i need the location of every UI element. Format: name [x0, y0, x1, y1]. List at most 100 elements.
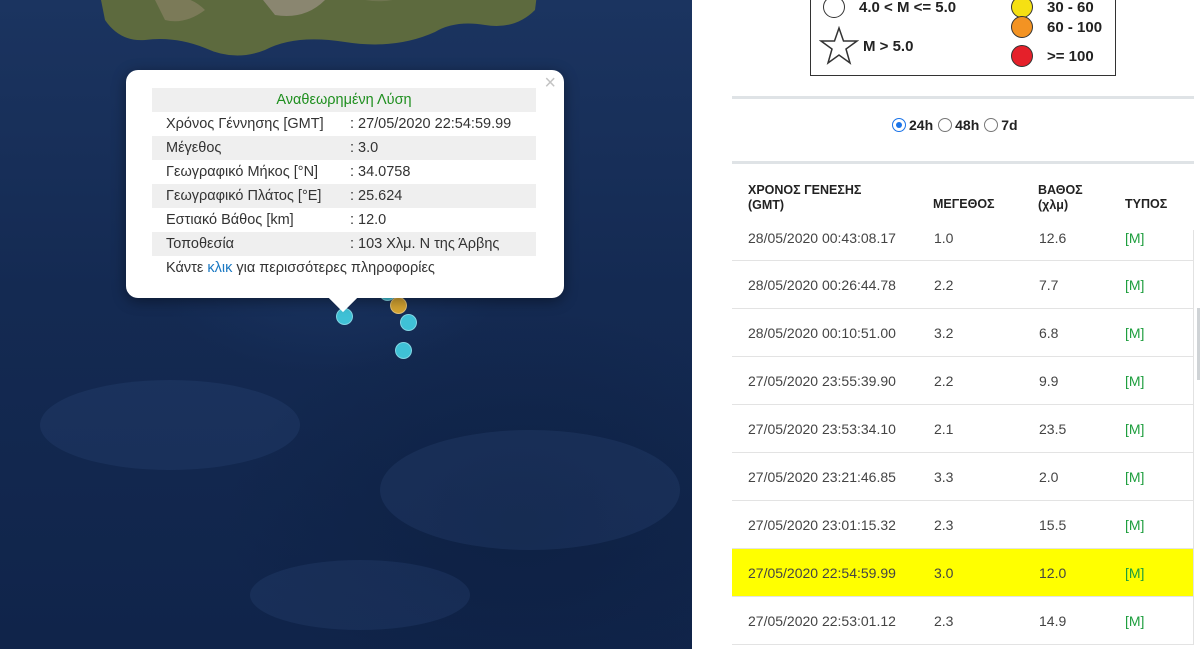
cell-type: [M] [1125, 613, 1145, 629]
popup-value: : 103 Χλμ. Ν της Άρβης [349, 232, 536, 256]
seafloor-ridge [40, 380, 300, 470]
more-info-suffix: για περισσότερες πληροφορίες [232, 260, 435, 276]
popup-value: : 25.624 [349, 184, 536, 208]
popup-label: Χρόνος Γέννησης [GMT] [166, 116, 324, 132]
cell-magnitude: 3.2 [934, 325, 954, 341]
table-row[interactable]: 27/05/2020 23:53:34.10 2.1 23.5 [M] [732, 405, 1193, 453]
circle-icon [823, 0, 845, 18]
radio-label: 48h [955, 117, 980, 133]
map-view[interactable]: × Αναθεωρημένη Λύση Χρόνος Γέννησης [GMT… [0, 0, 692, 649]
legend-magnitude-item: 4.0 < M <= 5.0 [823, 0, 956, 18]
popup-label: Εστιακό Βάθος [km] [166, 212, 294, 228]
header-depth-line2: (χλμ) [1038, 198, 1069, 212]
cell-time: 27/05/2020 22:54:59.99 [748, 565, 896, 581]
popup-value: : 27/05/2020 22:54:59.99 [349, 116, 512, 132]
cell-type: [M] [1125, 421, 1145, 437]
cell-time: 28/05/2020 00:26:44.78 [748, 277, 896, 293]
cell-magnitude: 2.3 [934, 517, 954, 533]
popup-more-info: Κάντε κλικ για περισσότερες πληροφορίες [152, 256, 536, 280]
header-time-line1: ΧΡΟΝΟΣ ΓΕΝΕΣΗΣ [748, 183, 862, 197]
legend-label: 4.0 < M <= 5.0 [859, 0, 957, 16]
cell-type: [M] [1125, 230, 1145, 246]
divider [732, 161, 1194, 164]
cell-magnitude: 2.1 [934, 421, 954, 437]
earthquake-marker[interactable] [390, 297, 407, 314]
cell-time: 27/05/2020 23:21:46.85 [748, 469, 896, 485]
table-row[interactable]: 28/05/2020 00:10:51.00 3.2 6.8 [M] [732, 309, 1193, 357]
cell-time: 27/05/2020 23:01:15.32 [748, 517, 896, 533]
radio-24h[interactable] [892, 118, 906, 132]
cell-type: [M] [1125, 469, 1145, 485]
popup-label: Τοποθεσία [152, 232, 350, 256]
event-popup: × Αναθεωρημένη Λύση Χρόνος Γέννησης [GMT… [126, 70, 564, 313]
table-row[interactable]: 27/05/2020 23:21:46.85 3.3 2.0 [M] [732, 453, 1193, 501]
header-depth-line1: ΒΑΘΟΣ [1038, 183, 1083, 197]
cell-depth: 6.8 [1039, 325, 1059, 341]
earthquake-marker[interactable] [395, 342, 412, 359]
cell-depth: 12.0 [1039, 565, 1067, 581]
events-table-body: 28/05/2020 00:43:08.17 1.0 12.6 [M] 28/0… [732, 230, 1194, 645]
cell-magnitude: 2.2 [934, 373, 954, 389]
legend-label: 30 - 60 [1047, 0, 1094, 16]
cell-type: [M] [1125, 277, 1145, 293]
table-row-selected[interactable]: 27/05/2020 22:54:59.99 3.0 12.0 [M] [732, 549, 1193, 597]
cell-magnitude: 2.3 [934, 613, 954, 629]
seafloor-ridge [250, 560, 470, 630]
table-row[interactable]: 28/05/2020 00:26:44.78 2.2 7.7 [M] [732, 261, 1193, 309]
popup-value: : 34.0758 [349, 164, 411, 180]
cell-depth: 14.9 [1039, 613, 1067, 629]
cell-depth: 15.5 [1039, 517, 1067, 533]
radio-label: 24h [909, 117, 934, 133]
orange-circle-icon [1011, 16, 1033, 38]
events-panel: 4.0 < M <= 5.0 M > 5.0 30 - 60 60 - 100 … [692, 0, 1200, 649]
popup-value: : 3.0 [349, 136, 536, 160]
legend-magnitude-item: M > 5.0 [819, 26, 913, 66]
more-info-link[interactable]: κλικ [207, 260, 232, 276]
radio-48h[interactable] [938, 118, 953, 132]
map-legend: 4.0 < M <= 5.0 M > 5.0 30 - 60 60 - 100 … [810, 0, 1116, 76]
island-land [101, 0, 537, 56]
popup-pointer [328, 283, 358, 313]
cell-depth: 7.7 [1039, 277, 1059, 293]
cell-type: [M] [1125, 517, 1145, 533]
legend-label: >= 100 [1047, 47, 1094, 65]
radio-label: 7d [1001, 117, 1018, 133]
popup-heading: Αναθεωρημένη Λύση [152, 88, 536, 112]
popup-details-table: Αναθεωρημένη Λύση Χρόνος Γέννησης [GMT]:… [152, 88, 536, 280]
more-info-prefix: Κάντε [166, 260, 208, 276]
seafloor-ridge [380, 430, 680, 550]
header-magnitude[interactable]: ΜΕΓΕΘΟΣ [933, 197, 995, 212]
cell-time: 28/05/2020 00:10:51.00 [748, 325, 896, 341]
popup-label: Μέγεθος [152, 136, 350, 160]
header-time[interactable]: ΧΡΟΝΟΣ ΓΕΝΕΣΗΣ (GMT) [748, 183, 861, 213]
header-type[interactable]: ΤΥΠΟΣ [1125, 197, 1167, 212]
popup-label: Γεωγραφικό Μήκος [°N] [166, 164, 319, 180]
table-header: ΧΡΟΝΟΣ ΓΕΝΕΣΗΣ (GMT) ΜΕΓΕΘΟΣ ΒΑΘΟΣ (χλμ)… [732, 168, 1194, 230]
legend-depth-item: >= 100 [1011, 45, 1094, 67]
cell-type: [M] [1125, 325, 1145, 341]
time-range-filter: 24h 48h 7d [892, 117, 1023, 133]
star-icon [819, 26, 859, 65]
cell-magnitude: 1.0 [934, 230, 954, 246]
header-time-line2: (GMT) [748, 198, 785, 212]
legend-label: 60 - 100 [1047, 18, 1103, 36]
legend-depth-item: 60 - 100 [1011, 16, 1102, 38]
cell-time: 28/05/2020 00:43:08.17 [748, 230, 896, 246]
header-depth[interactable]: ΒΑΘΟΣ (χλμ) [1038, 183, 1083, 213]
popup-value: : 12.0 [349, 212, 387, 228]
earthquake-marker[interactable] [400, 314, 417, 331]
cell-depth: 9.9 [1039, 373, 1059, 389]
cell-depth: 2.0 [1039, 469, 1059, 485]
cell-depth: 23.5 [1039, 421, 1067, 437]
table-row[interactable]: 27/05/2020 22:53:01.12 2.3 14.9 [M] [732, 597, 1193, 645]
table-row[interactable]: 28/05/2020 00:43:08.17 1.0 12.6 [M] [732, 230, 1193, 261]
cell-magnitude: 2.2 [934, 277, 954, 293]
cell-type: [M] [1125, 373, 1145, 389]
cell-time: 27/05/2020 22:53:01.12 [748, 613, 896, 629]
table-row[interactable]: 27/05/2020 23:01:15.32 2.3 15.5 [M] [732, 501, 1193, 549]
cell-magnitude: 3.0 [934, 565, 954, 581]
radio-7d[interactable] [984, 118, 999, 132]
legend-label: M > 5.0 [863, 37, 914, 55]
table-row[interactable]: 27/05/2020 23:55:39.90 2.2 9.9 [M] [732, 357, 1193, 405]
close-icon[interactable]: × [544, 73, 556, 93]
